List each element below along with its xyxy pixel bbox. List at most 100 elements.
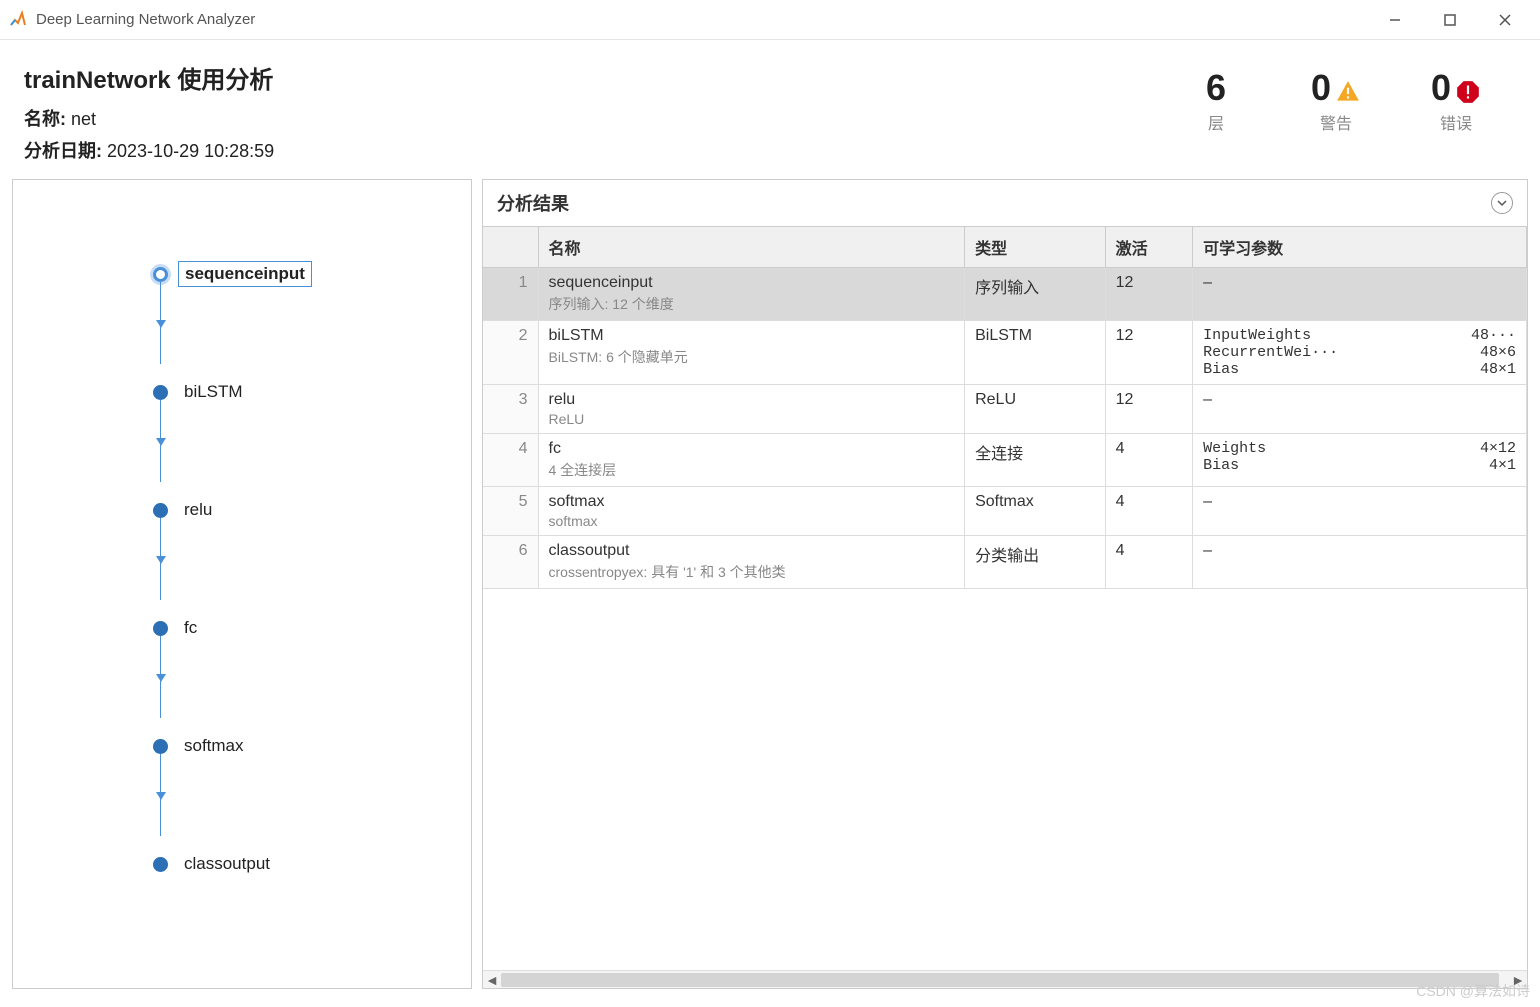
row-type: Softmax xyxy=(965,487,1105,536)
row-learnable: InputWeights 48···RecurrentWei··· 48×6 Bias… xyxy=(1193,321,1527,385)
scroll-left-icon[interactable]: ◄ xyxy=(483,971,501,989)
row-learnable: – xyxy=(1193,385,1527,434)
param-size: 4×1 xyxy=(1489,457,1516,474)
row-type: 序列输入 xyxy=(965,268,1105,321)
node-label: fc xyxy=(178,616,203,640)
row-activations: 12 xyxy=(1105,268,1193,321)
layer-name: classoutput xyxy=(549,542,955,560)
table-row[interactable]: 1 sequenceinput 序列输入: 12 个维度序列输入12– xyxy=(483,268,1527,321)
col-type[interactable]: 类型 xyxy=(965,227,1105,268)
row-activations: 12 xyxy=(1105,321,1193,385)
param-name: Bias xyxy=(1203,457,1479,474)
node-label: classoutput xyxy=(178,852,276,876)
node-dot-icon xyxy=(153,503,168,518)
network-name: 名称: net xyxy=(24,105,1186,131)
errors-label: 错误 xyxy=(1426,110,1486,134)
content: sequenceinput biLSTM relu fc softmax classout… xyxy=(0,179,1540,1001)
graph-node-classoutput[interactable]: classoutput xyxy=(153,850,471,878)
header: trainNetwork 使用分析 名称: net 分析日期: 2023-10-… xyxy=(0,40,1540,179)
results-panel: 分析结果 名称 类型 激活 可学习参数 1 sequenceinput 序列输入: … xyxy=(482,179,1528,989)
col-learnable[interactable]: 可学习参数 xyxy=(1193,227,1527,268)
close-button[interactable] xyxy=(1477,0,1532,40)
param-name: Weights xyxy=(1203,440,1470,457)
layers-count: 6 xyxy=(1186,70,1246,106)
node-label: softmax xyxy=(178,734,250,758)
scroll-thumb[interactable] xyxy=(501,973,1499,987)
results-title: 分析结果 xyxy=(497,190,569,216)
node-dot-icon xyxy=(153,739,168,754)
matlab-icon xyxy=(8,10,28,30)
network-graph-panel[interactable]: sequenceinput biLSTM relu fc softmax classout… xyxy=(12,179,472,989)
layer-description: 4 全连接层 xyxy=(549,460,955,480)
row-index: 1 xyxy=(483,268,538,321)
col-activations[interactable]: 激活 xyxy=(1105,227,1193,268)
collapse-button[interactable] xyxy=(1491,192,1513,214)
stat-layers: 6 层 xyxy=(1186,70,1246,134)
graph-node-softmax[interactable]: softmax xyxy=(153,732,471,760)
maximize-button[interactable] xyxy=(1422,0,1477,40)
row-type: BiLSTM xyxy=(965,321,1105,385)
row-name-cell: fc 4 全连接层 xyxy=(538,434,965,487)
minimize-button[interactable] xyxy=(1367,0,1422,40)
row-learnable: – xyxy=(1193,268,1527,321)
stat-warnings: 0 警告 xyxy=(1306,70,1366,134)
arrow-down-icon xyxy=(156,674,166,682)
titlebar: Deep Learning Network Analyzer xyxy=(0,0,1540,40)
errors-count: 0 xyxy=(1431,70,1451,106)
node-dot-icon xyxy=(153,267,168,282)
layer-description: ReLU xyxy=(549,411,955,427)
arrow-down-icon xyxy=(156,556,166,564)
layer-name: biLSTM xyxy=(549,327,955,345)
layer-name: softmax xyxy=(549,493,955,511)
table-row[interactable]: 4fc4 全连接层全连接4Weights4×12Bias4×1 xyxy=(483,434,1527,487)
graph-node-biLSTM[interactable]: biLSTM xyxy=(153,378,471,406)
stats: 6 层 0 警告 0 错误 xyxy=(1186,60,1516,169)
row-learnable: Weights 4×12Bias 4×1 xyxy=(1193,434,1527,487)
row-index: 4 xyxy=(483,434,538,487)
row-activations: 4 xyxy=(1105,487,1193,536)
col-name[interactable]: 名称 xyxy=(538,227,965,268)
graph-node-sequenceinput[interactable]: sequenceinput xyxy=(153,260,471,288)
row-index: 2 xyxy=(483,321,538,385)
col-index[interactable] xyxy=(483,227,538,268)
window-title: Deep Learning Network Analyzer xyxy=(36,11,1367,28)
analysis-date: 分析日期: 2023-10-29 10:28:59 xyxy=(24,137,1186,163)
graph-node-fc[interactable]: fc xyxy=(153,614,471,642)
row-index: 5 xyxy=(483,487,538,536)
row-name-cell: reluReLU xyxy=(538,385,965,434)
arrow-down-icon xyxy=(156,320,166,328)
row-activations: 12 xyxy=(1105,385,1193,434)
layer-description: crossentropyex: 具有 '1' 和 3 个其他类 xyxy=(549,562,955,582)
warnings-count: 0 xyxy=(1311,70,1331,106)
row-learnable: – xyxy=(1193,536,1527,589)
row-name-cell: classoutput crossentropyex: 具有 '1' 和 3 个其… xyxy=(538,536,965,589)
layer-description: BiLSTM: 6 个隐藏单元 xyxy=(549,347,955,367)
row-index: 6 xyxy=(483,536,538,589)
param-name: RecurrentWei··· xyxy=(1203,344,1470,361)
warning-icon xyxy=(1335,75,1361,101)
table-row[interactable]: 6 classoutput crossentropyex: 具有 '1' 和 3 个… xyxy=(483,536,1527,589)
name-value: net xyxy=(71,109,96,129)
param-name: InputWeights xyxy=(1203,327,1461,344)
graph-node-relu[interactable]: relu xyxy=(153,496,471,524)
name-label: 名称: xyxy=(24,109,66,129)
node-dot-icon xyxy=(153,621,168,636)
param-size: 48×6 xyxy=(1480,344,1516,361)
param-size: 4×12 xyxy=(1480,440,1516,457)
layer-description: 序列输入: 12 个维度 xyxy=(549,294,955,314)
table-row[interactable]: 2biLSTMBiLSTM: 6 个隐藏单元BiLSTM12InputWeigh… xyxy=(483,321,1527,385)
horizontal-scrollbar[interactable]: ◄ ► xyxy=(483,970,1527,988)
window-controls xyxy=(1367,0,1532,40)
param-size: 48··· xyxy=(1471,327,1516,344)
layer-name: sequenceinput xyxy=(549,274,955,292)
arrow-down-icon xyxy=(156,438,166,446)
row-name-cell: softmaxsoftmax xyxy=(538,487,965,536)
stat-errors: 0 错误 xyxy=(1426,70,1486,134)
table-row[interactable]: 5softmaxsoftmaxSoftmax4– xyxy=(483,487,1527,536)
row-type: 全连接 xyxy=(965,434,1105,487)
table-row[interactable]: 3reluReLUReLU12– xyxy=(483,385,1527,434)
results-table: 名称 类型 激活 可学习参数 1 sequenceinput 序列输入: 12 个维… xyxy=(483,226,1527,589)
node-label: biLSTM xyxy=(178,380,249,404)
layer-name: fc xyxy=(549,440,955,458)
param-name: Bias xyxy=(1203,361,1470,378)
